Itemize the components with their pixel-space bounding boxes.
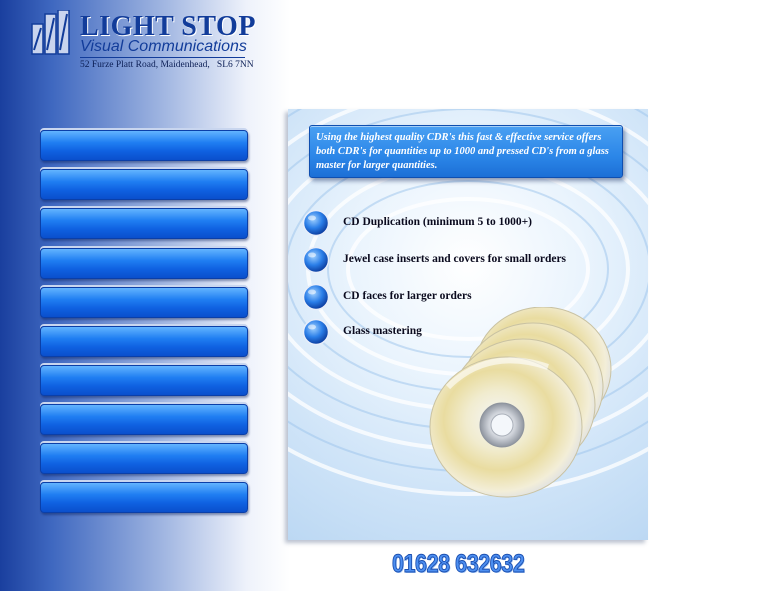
- intro-callout: Using the highest quality CDR's this fas…: [309, 125, 623, 178]
- bullet-sphere-icon: [302, 209, 330, 237]
- nav-button-7[interactable]: [40, 365, 248, 396]
- intro-text: Using the highest quality CDR's this fas…: [316, 132, 609, 171]
- nav-button-1[interactable]: [40, 130, 248, 161]
- nav-button-3[interactable]: [40, 208, 248, 239]
- cd-stack-icon: [429, 307, 612, 498]
- nav-button-10[interactable]: [40, 482, 248, 513]
- bullet-sphere-icon: [302, 283, 330, 311]
- nav-button-2[interactable]: [40, 169, 248, 200]
- nav-button-9[interactable]: [40, 443, 248, 474]
- brand-divider: [80, 57, 245, 58]
- lightstop-logo-icon: [31, 10, 70, 55]
- nav-button-6[interactable]: [40, 326, 248, 357]
- content-panel: Using the highest quality CDR's this fas…: [288, 109, 648, 540]
- bullet-sphere-icon: [302, 246, 330, 274]
- service-label: Glass mastering: [343, 325, 422, 337]
- service-label: CD Duplication (minimum 5 to 1000+): [343, 216, 532, 228]
- service-label: CD faces for larger orders: [343, 290, 472, 302]
- company-address: 52 Furze Platt Road, Maidenhead, SL6 7NN: [80, 60, 254, 70]
- brand-subtitle: Visual Communications: [80, 38, 247, 55]
- service-label: Jewel case inserts and covers for small …: [343, 253, 567, 265]
- phone-number: 01628 632632: [392, 550, 526, 579]
- nav-button-8[interactable]: [40, 404, 248, 435]
- nav-button-4[interactable]: [40, 248, 248, 279]
- bullet-sphere-icon: [302, 318, 330, 346]
- nav-button-5[interactable]: [40, 287, 248, 318]
